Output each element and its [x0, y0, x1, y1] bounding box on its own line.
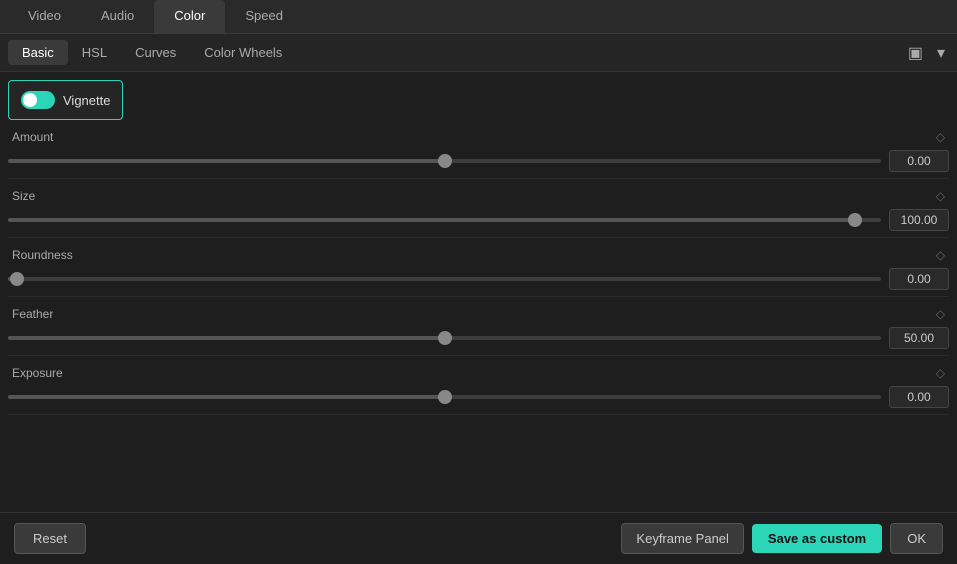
keyframe-diamond-amount[interactable]: ◇	[936, 130, 945, 144]
keyframe-panel-button[interactable]: Keyframe Panel	[621, 523, 744, 554]
keyframe-diamond-size[interactable]: ◇	[936, 189, 945, 203]
vignette-section: Vignette	[8, 80, 123, 120]
slider-row-feather: Feather ◇	[8, 297, 949, 356]
slider-thumb-amount[interactable]	[438, 154, 452, 168]
tab-color[interactable]: Color	[154, 0, 225, 33]
slider-label-size: Size	[12, 189, 35, 203]
tab-speed[interactable]: Speed	[225, 0, 303, 33]
slider-thumb-roundness[interactable]	[10, 272, 24, 286]
subtab-hsl[interactable]: HSL	[68, 40, 121, 65]
subtab-basic[interactable]: Basic	[8, 40, 68, 65]
bottom-bar: Reset Keyframe Panel Save as custom OK	[0, 512, 957, 564]
subtab-colorwheels[interactable]: Color Wheels	[190, 40, 296, 65]
top-tab-bar: Video Audio Color Speed	[0, 0, 957, 34]
slider-thumb-feather[interactable]	[438, 331, 452, 345]
vignette-label: Vignette	[63, 93, 110, 108]
slider-thumb-exposure[interactable]	[438, 390, 452, 404]
slider-label-roundness: Roundness	[12, 248, 73, 262]
keyframe-diamond-feather[interactable]: ◇	[936, 307, 945, 321]
slider-label-feather: Feather	[12, 307, 53, 321]
ok-button[interactable]: OK	[890, 523, 943, 554]
subtab-curves[interactable]: Curves	[121, 40, 190, 65]
chevron-down-icon[interactable]: ▾	[933, 41, 949, 65]
slider-label-exposure: Exposure	[12, 366, 63, 380]
slider-label-amount: Amount	[12, 130, 53, 144]
slider-value-roundness[interactable]	[889, 268, 949, 290]
slider-value-exposure[interactable]	[889, 386, 949, 408]
slider-thumb-size[interactable]	[848, 213, 862, 227]
slider-value-feather[interactable]	[889, 327, 949, 349]
vignette-toggle[interactable]	[21, 91, 55, 109]
slider-row-exposure: Exposure ◇	[8, 356, 949, 415]
slider-row-amount: Amount ◇	[8, 120, 949, 179]
keyframe-diamond-exposure[interactable]: ◇	[936, 366, 945, 380]
compare-icon[interactable]: ▣	[904, 41, 927, 65]
slider-row-roundness: Roundness ◇	[8, 238, 949, 297]
slider-value-amount[interactable]	[889, 150, 949, 172]
reset-button[interactable]: Reset	[14, 523, 86, 554]
sliders-area: Amount ◇ Size ◇ Roundness ◇ Feather ◇ Exposure ◇	[0, 120, 957, 548]
tab-video[interactable]: Video	[8, 0, 81, 33]
keyframe-diamond-roundness[interactable]: ◇	[936, 248, 945, 262]
tab-audio[interactable]: Audio	[81, 0, 154, 33]
save-custom-button[interactable]: Save as custom	[752, 524, 882, 553]
slider-value-size[interactable]	[889, 209, 949, 231]
sub-tab-bar: Basic HSL Curves Color Wheels ▣ ▾	[0, 34, 957, 72]
slider-row-size: Size ◇	[8, 179, 949, 238]
